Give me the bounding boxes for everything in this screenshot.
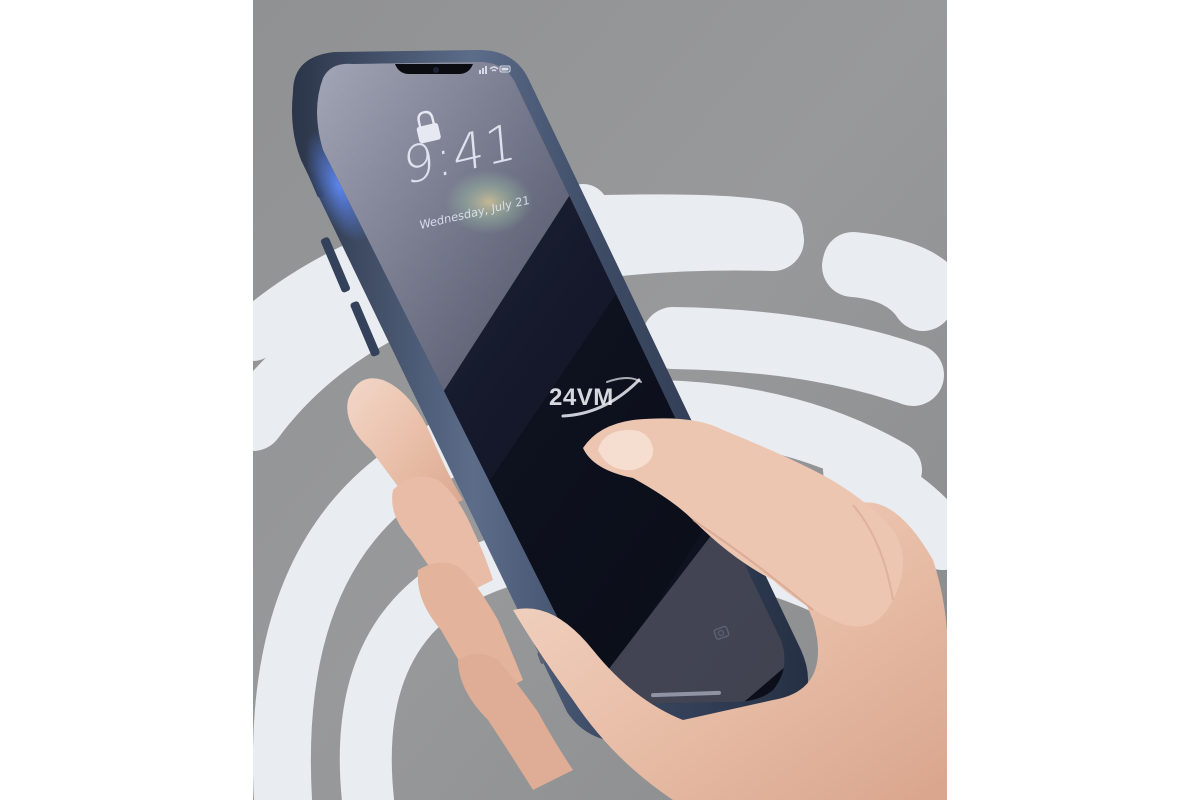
product-photo: 9:41 Wednesday, July 21 24VM xyxy=(253,0,947,800)
product-image-page: 9:41 Wednesday, July 21 24VM xyxy=(0,0,1200,800)
photo-scene xyxy=(253,0,947,800)
